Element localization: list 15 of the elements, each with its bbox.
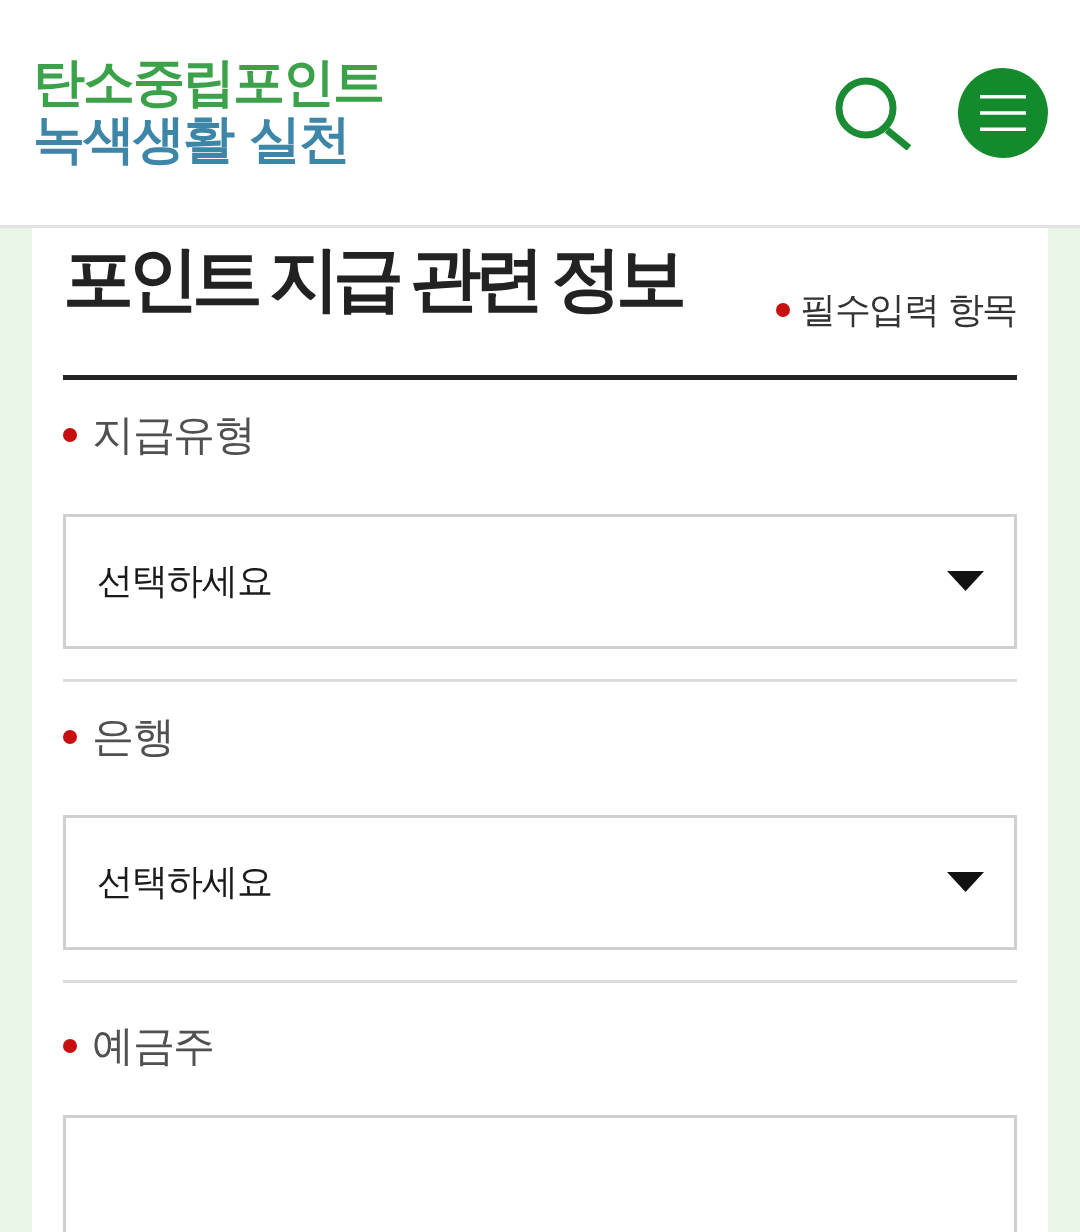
required-note: 필수입력 항목 bbox=[800, 288, 1017, 332]
select-field[interactable]: 선택하세요 bbox=[63, 814, 1017, 950]
menu-icon bbox=[980, 94, 1026, 131]
caret-down-icon bbox=[947, 571, 984, 592]
search-button[interactable] bbox=[834, 75, 912, 150]
field-label: 예금주 bbox=[92, 1020, 214, 1072]
select-field[interactable]: 선택하세요 bbox=[63, 513, 1017, 649]
logo-text[interactable]: 녹색생활 실천 bbox=[33, 110, 383, 168]
required-dot-icon bbox=[776, 302, 791, 317]
field-label: 지급유형 bbox=[92, 410, 254, 461]
search-icon bbox=[834, 75, 912, 150]
field-label: 은행 bbox=[92, 711, 173, 762]
section-title: 포인트 지급 관련 정보 bbox=[63, 236, 681, 322]
caret-down-icon bbox=[947, 872, 984, 893]
text-input-field[interactable] bbox=[63, 1115, 1017, 1232]
